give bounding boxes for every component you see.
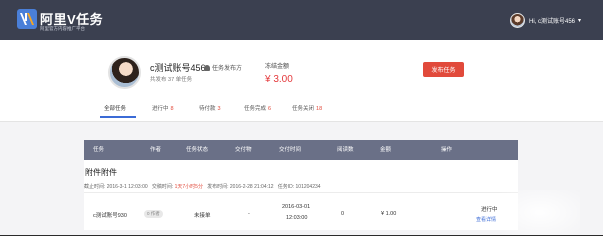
task-card: 附件附件 截止时间: 2016-3-1 12:03:00 交稿时间: 1天7小时…: [84, 160, 518, 230]
tab-all[interactable]: 全部任务: [104, 104, 126, 112]
bottom-border: [0, 235, 603, 236]
tab-in-progress[interactable]: 进行中 8: [152, 104, 174, 112]
logo-subtitle: 阿里官方内容推广平台: [40, 26, 85, 31]
tab-count: 8: [170, 106, 174, 112]
tab-pending-payment[interactable]: 待付款 3: [199, 104, 221, 112]
row-amount: ¥ 1.00: [381, 211, 397, 217]
image-glare: [500, 190, 580, 235]
role-badge: 任务发布方: [204, 63, 242, 72]
row-time-clock: 12:03:00: [286, 215, 308, 221]
profile-avatar: [108, 56, 141, 89]
author-chip[interactable]: 0 作者: [144, 210, 163, 218]
tab-label: 任务关闭: [292, 106, 315, 112]
top-navigation-bar: 阿里V任务 阿里官方内容推广平台 Hi, c测试账号456 ▾: [0, 0, 603, 40]
column-header-reads: 阅读数: [337, 147, 354, 153]
tab-count: 3: [217, 106, 221, 112]
tab-count: 18: [316, 106, 323, 112]
row-reads: 0: [341, 211, 345, 217]
table-header: 任务 作者 任务状态 交付物 交付时间 阅读数 金额 操作: [84, 140, 518, 160]
row-time-date: 2016-03-01: [282, 204, 311, 210]
task-title: 附件附件: [85, 168, 117, 177]
deadline: 截止时间: 2016-3-1 12:03:00: [84, 184, 148, 190]
task-id: 任务ID: 101204234: [277, 184, 321, 190]
frozen-amount-value: ¥ 3.00: [265, 74, 293, 85]
row-op-status: 进行中: [481, 207, 498, 213]
chevron-down-icon[interactable]: ▾: [578, 17, 581, 24]
divider: [84, 192, 518, 193]
tab-closed[interactable]: 任务关闭 18: [292, 104, 322, 112]
column-header-time: 交付时间: [279, 147, 302, 153]
column-header-amount: 金额: [380, 147, 392, 153]
row-account: c测试账号930: [93, 213, 127, 219]
user-icon: [204, 64, 210, 71]
tab-label: 进行中: [152, 106, 169, 112]
view-details-link[interactable]: 查看详情: [476, 216, 496, 223]
column-header-task: 任务: [93, 147, 105, 153]
tab-label: 任务完成: [244, 106, 267, 112]
tab-count: 6: [268, 106, 272, 112]
row-deliverable: -: [248, 211, 250, 217]
delivery-countdown: 1天7小时5分: [174, 184, 203, 190]
active-tab-indicator: [100, 116, 136, 118]
row-status: 未接单: [194, 213, 211, 219]
user-menu[interactable]: Hi, c测试账号456 ▾: [510, 10, 581, 30]
column-header-deliverable: 交付物: [235, 147, 252, 153]
column-header-status: 任务状态: [186, 147, 209, 153]
task-meta: 截止时间: 2016-3-1 12:03:00 交稿时间: 1天7小时5分 发布…: [84, 183, 321, 190]
publish-task-button[interactable]: 发布任务: [423, 62, 464, 77]
role-badge-label: 任务发布方: [212, 66, 243, 72]
frozen-amount-label: 冻结金额: [265, 64, 290, 70]
tab-completed[interactable]: 任务完成 6: [244, 104, 271, 112]
profile-name: c测试账号456: [150, 63, 206, 73]
column-header-actions: 操作: [441, 147, 453, 153]
user-greeting[interactable]: Hi, c测试账号456: [529, 16, 575, 25]
delivery-label: 交稿时间:: [151, 184, 174, 190]
tab-label: 待付款: [199, 106, 216, 112]
column-header-author: 作者: [150, 147, 162, 153]
published-time: 发布时间: 2016-2-28 21:04:12: [207, 184, 274, 190]
logo-icon[interactable]: [17, 9, 37, 29]
published-count: 共发布 37 单任务: [150, 77, 193, 83]
avatar[interactable]: [510, 12, 525, 28]
tab-label: 全部任务: [104, 106, 127, 112]
